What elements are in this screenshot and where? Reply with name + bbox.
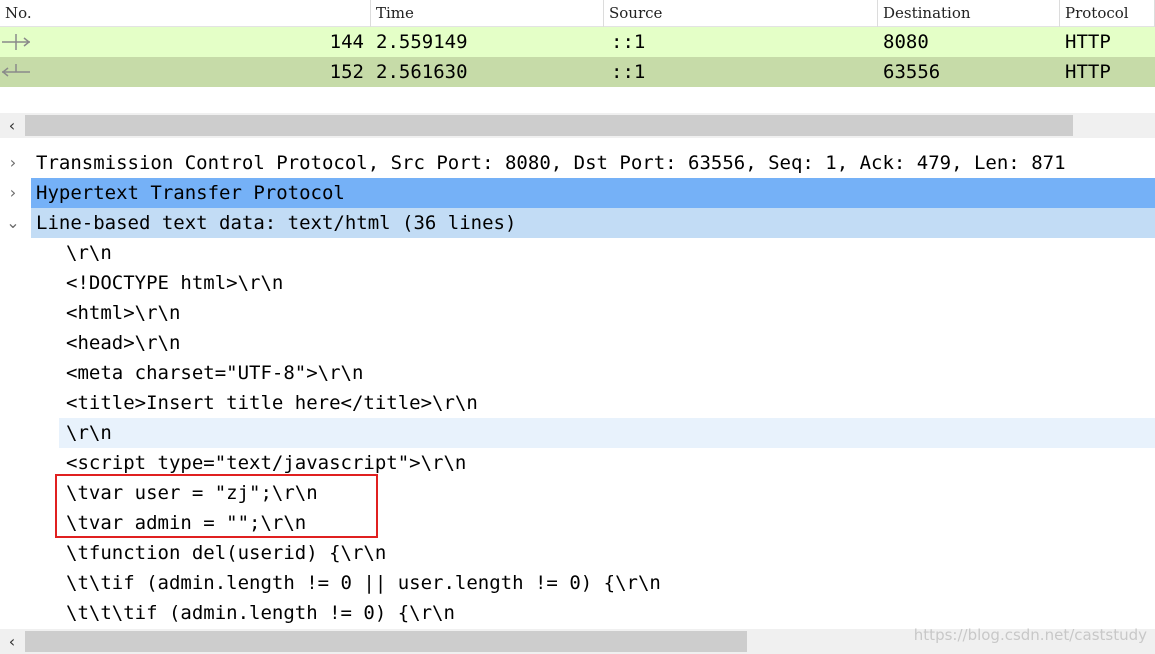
text-data-line[interactable]: \tfunction del(userid) {\r\n [0, 538, 1155, 568]
text-data-line[interactable]: <head>\r\n [0, 328, 1155, 358]
text-data-line[interactable]: <html>\r\n [0, 298, 1155, 328]
text-data-line[interactable]: \r\n [0, 418, 1155, 448]
chevron-left-icon[interactable]: ‹ [0, 629, 24, 654]
highlight-box [55, 474, 378, 538]
text-data-line[interactable]: \r\n [0, 238, 1155, 268]
tree-item-label: Transmission Control Protocol, Src Port:… [36, 152, 1066, 174]
packet-destination: 63556 [883, 61, 941, 83]
tree-item-label: Line-based text data: text/html (36 line… [31, 208, 1155, 238]
scrollbar-thumb[interactable] [25, 631, 747, 652]
text-data-line[interactable]: \t\tif (admin.length != 0 || user.length… [0, 568, 1155, 598]
text-data-value: <title>Insert title here</title>\r\n [66, 392, 478, 414]
packet-row[interactable]: 144 2.559149 ::1 8080 HTTP [0, 27, 1155, 57]
packet-time: 2.561630 [376, 61, 468, 83]
chevron-down-icon[interactable]: ⌄ [3, 208, 23, 238]
packet-protocol: HTTP [1065, 61, 1111, 83]
text-data-line[interactable]: <meta charset="UTF-8">\r\n [0, 358, 1155, 388]
chevron-right-icon[interactable]: › [3, 178, 23, 208]
text-data-line[interactable]: \t\t\tif (admin.length != 0) {\r\n [0, 598, 1155, 628]
packet-time: 2.559149 [376, 31, 468, 53]
tree-item-tcp[interactable]: › Transmission Control Protocol, Src Por… [0, 148, 1155, 178]
column-header-no[interactable]: No. [0, 0, 371, 27]
packet-list-header: No. Time Source Destination Protocol [0, 0, 1155, 27]
column-header-time[interactable]: Time [371, 0, 604, 27]
text-data-value: \r\n [59, 418, 1155, 448]
tree-item-http[interactable]: › Hypertext Transfer Protocol [0, 178, 1155, 208]
column-header-protocol[interactable]: Protocol [1060, 0, 1155, 27]
text-data-value: \tfunction del(userid) {\r\n [66, 542, 387, 564]
text-data-value: <meta charset="UTF-8">\r\n [66, 362, 364, 384]
packet-protocol: HTTP [1065, 31, 1111, 53]
tree-item-line-based-text[interactable]: ⌄ Line-based text data: text/html (36 li… [0, 208, 1155, 238]
text-data-value: \t\tif (admin.length != 0 || user.length… [66, 572, 661, 594]
packet-row[interactable]: 152 2.561630 ::1 63556 HTTP [0, 57, 1155, 87]
packet-destination: 8080 [883, 31, 929, 53]
text-data-line[interactable]: <title>Insert title here</title>\r\n [0, 388, 1155, 418]
text-data-value: <!DOCTYPE html>\r\n [66, 272, 284, 294]
tree-item-label: Hypertext Transfer Protocol [31, 178, 1155, 208]
packet-source: ::1 [611, 61, 646, 83]
chevron-right-icon[interactable]: › [3, 148, 23, 178]
text-data-line[interactable]: <!DOCTYPE html>\r\n [0, 268, 1155, 298]
packet-no: 152 [329, 61, 364, 83]
column-header-destination[interactable]: Destination [878, 0, 1060, 27]
packet-source: ::1 [611, 31, 646, 53]
text-data-value: \r\n [66, 242, 112, 264]
request-related-icon [2, 34, 30, 50]
watermark: https://blog.csdn.net/caststudy [913, 626, 1147, 644]
response-related-icon [2, 64, 30, 77]
text-data-value: <html>\r\n [66, 302, 181, 324]
text-data-value: <head>\r\n [66, 332, 181, 354]
scrollbar-thumb[interactable] [25, 115, 1073, 136]
packet-list-hscrollbar[interactable]: ‹ [0, 113, 1155, 138]
text-data-value: \t\t\tif (admin.length != 0) {\r\n [66, 602, 455, 624]
packet-no: 144 [329, 31, 364, 53]
column-header-source[interactable]: Source [604, 0, 878, 27]
chevron-left-icon[interactable]: ‹ [0, 113, 24, 138]
